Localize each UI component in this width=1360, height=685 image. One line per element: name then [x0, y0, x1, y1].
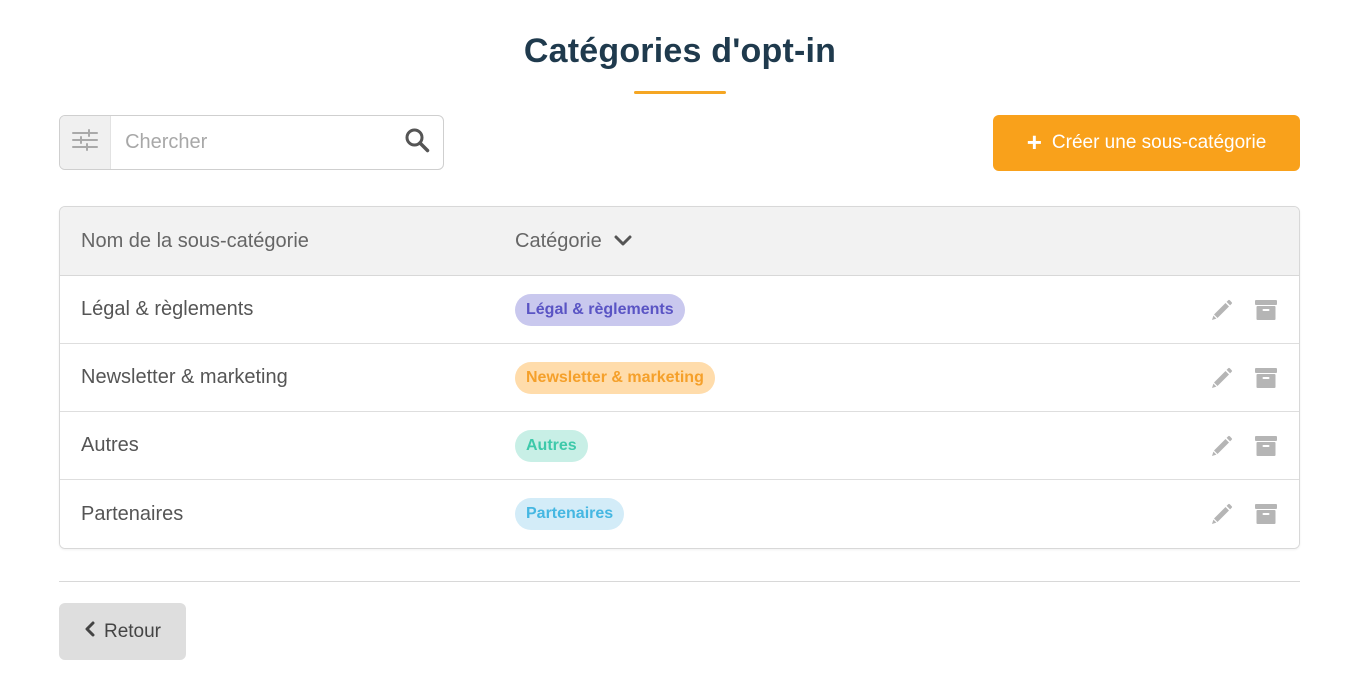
create-subcategory-button[interactable]: + Créer une sous-catégorie: [993, 115, 1300, 171]
column-header-category-label: Catégorie: [515, 229, 602, 252]
row-actions: [1210, 298, 1278, 322]
plus-icon: +: [1026, 127, 1042, 157]
search-input[interactable]: [111, 116, 391, 169]
column-header-name: Nom de la sous-catégorie: [81, 229, 309, 252]
pencil-icon[interactable]: [1210, 502, 1234, 526]
archive-icon[interactable]: [1254, 434, 1278, 458]
category-badge: Newsletter & marketing: [515, 361, 715, 394]
row-actions: [1210, 502, 1278, 526]
search-button[interactable]: [390, 116, 443, 169]
create-subcategory-label: Créer une sous-catégorie: [1051, 132, 1267, 153]
search-box: [59, 115, 444, 170]
category-badge: Légal & règlements: [515, 293, 685, 326]
table-header: Nom de la sous-catégorie Catégorie: [60, 207, 1299, 276]
title-underline: [634, 91, 726, 94]
table-row: Partenaires Partenaires: [60, 480, 1299, 548]
subcategory-name: Légal & règlements: [81, 298, 254, 320]
pencil-icon[interactable]: [1210, 434, 1234, 458]
table-row: Autres Autres: [60, 412, 1299, 480]
column-header-category[interactable]: Catégorie: [515, 230, 632, 253]
row-actions: [1210, 366, 1278, 390]
subcategory-name: Partenaires: [81, 502, 184, 525]
subcategory-name: Newsletter & marketing: [81, 366, 288, 388]
magnifier-icon: [404, 127, 430, 158]
chevron-down-icon: [614, 230, 632, 253]
table-row: Newsletter & marketing Newsletter & mark…: [60, 344, 1299, 412]
category-badge: Autres: [515, 429, 588, 462]
footer-divider: [59, 581, 1300, 582]
page-title: Catégories d'opt-in: [523, 32, 837, 70]
archive-icon[interactable]: [1254, 298, 1278, 322]
sliders-icon: [72, 129, 99, 156]
archive-icon[interactable]: [1254, 366, 1278, 390]
pencil-icon[interactable]: [1210, 366, 1234, 390]
pencil-icon[interactable]: [1210, 298, 1234, 322]
table-row: Légal & règlements Légal & règlements: [60, 276, 1299, 344]
category-badge: Partenaires: [515, 498, 625, 530]
row-actions: [1210, 434, 1278, 458]
subcategory-table: Nom de la sous-catégorie Catégorie Légal…: [59, 206, 1300, 549]
chevron-left-icon: [84, 621, 96, 643]
archive-icon[interactable]: [1254, 502, 1278, 526]
filter-button[interactable]: [60, 116, 112, 169]
back-label: Retour: [103, 620, 162, 642]
subcategory-name: Autres: [81, 434, 139, 456]
back-button[interactable]: Retour: [59, 603, 186, 660]
